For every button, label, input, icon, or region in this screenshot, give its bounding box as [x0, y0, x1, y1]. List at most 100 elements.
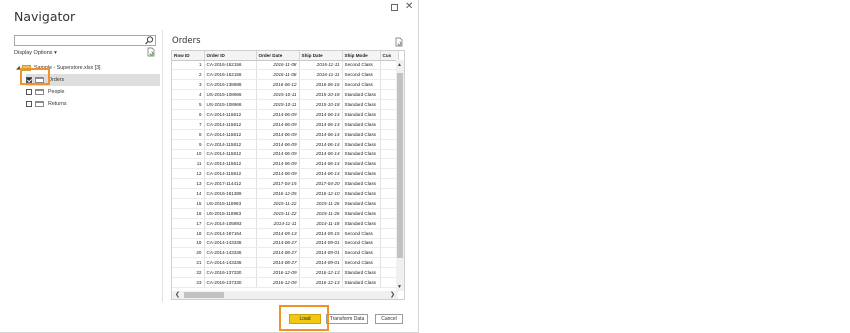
table-cell: Standard Class	[342, 208, 381, 219]
table-row: 11 CA-2014-115812 2014-06-09 2014-06-14 Stan…	[172, 158, 399, 170]
table-cell: 2014-06-09	[256, 109, 300, 120]
table-cell: 2014-11-11	[256, 218, 300, 229]
column-header[interactable]: Order ID	[204, 51, 257, 61]
table-row: 6 CA-2014-115812 2014-06-09 2014-06-14 Stand…	[172, 109, 399, 120]
scroll-right-icon[interactable]: ❯	[390, 291, 395, 298]
table-cell: 23	[172, 277, 205, 288]
table-cell: CA-2016-161389	[204, 188, 257, 199]
table-cell: Standard Class	[342, 129, 381, 140]
table-cell: 2017-04-15	[256, 178, 300, 190]
display-options-label: Display Options	[14, 50, 53, 56]
table-cell: CA-2014-115812	[204, 168, 257, 180]
transform-data-button[interactable]: Transform Data	[326, 314, 368, 324]
table-row: 15 US-2015-118983 2015-11-22 2015-11-26 Stan…	[172, 198, 399, 209]
people-checkbox[interactable]	[26, 89, 32, 95]
load-highlight-box	[279, 305, 329, 331]
table-cell: Standard Class	[342, 277, 381, 288]
table-cell: 2014-11-18	[299, 218, 343, 229]
table-cell: CA-2014-143336	[204, 247, 257, 259]
export-icon[interactable]	[395, 37, 403, 47]
table-cell: Second Class	[342, 60, 381, 71]
table-cell: 2014-05-13	[256, 228, 300, 239]
table-cell: 2014-05-15	[299, 228, 343, 239]
table-cell: 2014-06-14	[299, 129, 343, 140]
table-cell: 21	[172, 257, 205, 269]
table-cell: 2014-09-01	[299, 247, 343, 259]
maximize-icon[interactable]	[391, 4, 398, 11]
table-cell: 14	[172, 188, 205, 199]
tree-item-label: Returns	[48, 101, 67, 107]
table-cell: CA-2014-143336	[204, 257, 257, 269]
table-row: 8 CA-2014-115812 2014-06-09 2014-06-14 Stand…	[172, 129, 399, 140]
table-row: 16 US-2015-118983 2015-11-22 2015-11-26 Stan…	[172, 208, 399, 219]
horizontal-scroll-thumb[interactable]	[184, 292, 224, 298]
chevron-down-icon: ▾	[54, 50, 57, 56]
table-row: 2 CA-2016-152156 2016-11-08 2016-11-11 Secon…	[172, 69, 399, 81]
table-cell: Second Class	[342, 69, 381, 81]
table-row: 22 CA-2016-137330 2016-12-09 2016-12-13 Stan…	[172, 267, 399, 279]
table-icon	[35, 89, 44, 95]
table-cell: 2014-09-01	[299, 257, 343, 269]
table-cell: 2014-06-14	[299, 158, 343, 170]
table-cell: 2014-06-14	[299, 119, 343, 130]
table-cell: 2	[172, 69, 205, 81]
table-cell: 2016-12-09	[256, 277, 300, 288]
table-cell: CA-2014-115812	[204, 129, 257, 140]
table-cell: CA-2016-137330	[204, 277, 257, 288]
column-header[interactable]: Ship Date	[299, 51, 343, 61]
search-icon[interactable]	[144, 35, 154, 46]
table-row: 18 CA-2014-167164 2014-05-13 2014-05-15 Seco…	[172, 228, 399, 239]
table-cell: CA-2016-137330	[204, 267, 257, 279]
table-cell: 2014-06-09	[256, 149, 300, 160]
table-cell: Standard Class	[342, 218, 381, 229]
table-cell: Standard Class	[342, 99, 381, 110]
tree-item-label: People	[48, 89, 65, 95]
table-cell: US-2015-108966	[204, 89, 257, 101]
scroll-down-icon[interactable]: ▼	[397, 284, 402, 290]
preview-grid[interactable]: Row ID Order ID Order Date Ship Date Ship Mo…	[171, 50, 405, 300]
panel-divider	[162, 30, 163, 302]
table-row: 1 CA-2016-152156 2016-11-08 2016-11-11 Secon…	[172, 60, 399, 71]
tree-item-returns[interactable]: Returns	[16, 98, 160, 110]
search-input[interactable]	[14, 35, 156, 46]
table-cell: 2016-12-05	[256, 188, 300, 199]
scroll-left-icon[interactable]: ❮	[175, 291, 180, 298]
returns-checkbox[interactable]	[26, 101, 32, 107]
table-header-row: Row ID Order ID Order Date Ship Date Ship Mo…	[172, 51, 399, 61]
cancel-button[interactable]: Cancel	[375, 314, 403, 324]
orders-highlight-box	[20, 68, 50, 85]
table-cell: CA-2014-115812	[204, 109, 257, 120]
scroll-up-icon[interactable]: ▲	[397, 62, 402, 68]
navigator-dialog: Navigator ✕ Display Options ▾ ◢ Sample -…	[0, 0, 419, 333]
horizontal-scrollbar[interactable]: ❮ ❯	[172, 291, 398, 299]
table-row: 4 US-2015-108966 2015-10-11 2015-10-18 Stand…	[172, 89, 399, 101]
table-cell: 5	[172, 99, 205, 110]
table-cell: CA-2014-167164	[204, 228, 257, 239]
table-cell: Standard Class	[342, 188, 381, 199]
table-cell: 6	[172, 109, 205, 120]
table-cell: Standard Class	[342, 149, 381, 160]
close-icon[interactable]: ✕	[405, 1, 413, 12]
vertical-scrollbar[interactable]: ▲ ▼	[396, 60, 404, 291]
table-cell: 2014-06-09	[256, 129, 300, 140]
table-cell: 20	[172, 247, 205, 259]
column-header[interactable]: Order Date	[256, 51, 300, 61]
table-cell: 3	[172, 79, 205, 91]
column-header[interactable]: Row ID	[172, 51, 205, 61]
table-cell: Standard Class	[342, 168, 381, 180]
dialog-title: Navigator	[14, 9, 76, 24]
column-header[interactable]: Cus	[380, 51, 399, 61]
refresh-icon[interactable]	[147, 47, 155, 57]
table-cell: 4	[172, 89, 205, 101]
vertical-scroll-thumb[interactable]	[397, 73, 403, 258]
table-cell: 9	[172, 139, 205, 150]
table-cell: 2015-10-11	[256, 99, 300, 110]
table-cell: 13	[172, 178, 205, 190]
tree-item-people[interactable]: People	[16, 86, 160, 98]
display-options-dropdown[interactable]: Display Options ▾	[14, 50, 57, 56]
table-cell: CA-2016-138688	[204, 79, 257, 91]
table-cell: Second Class	[342, 257, 381, 269]
column-header[interactable]: Ship Mode	[342, 51, 381, 61]
table-cell: 19	[172, 238, 205, 249]
table-cell: CA-2014-115812	[204, 149, 257, 160]
